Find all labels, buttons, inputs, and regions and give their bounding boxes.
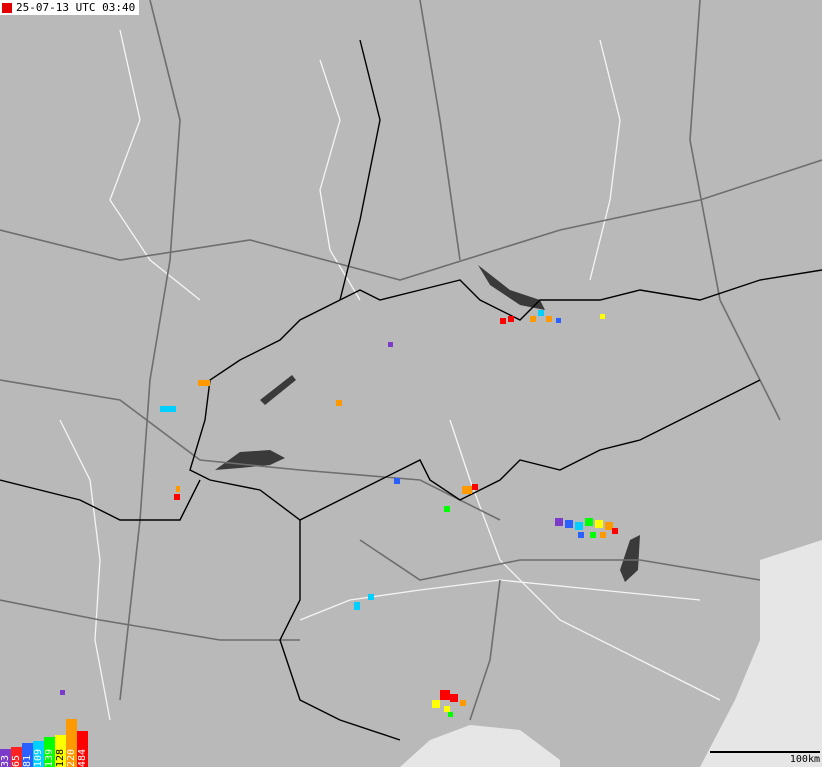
- timestamp-text: 25-07-13 UTC 03:40: [16, 1, 136, 14]
- scale-bar: [710, 751, 820, 753]
- timestamp-header: 25-07-13 UTC 03:40: [0, 0, 140, 15]
- legend-bar: 33: [0, 749, 11, 767]
- legend-bar: 128: [55, 735, 66, 767]
- strike-marker-icon: [2, 2, 12, 13]
- legend-bar: 81: [22, 743, 33, 767]
- legend-bar: 484: [77, 731, 88, 767]
- legend-bar: 65: [11, 747, 22, 767]
- legend-bar: 220: [66, 719, 77, 767]
- lightning-map[interactable]: [0, 0, 822, 767]
- legend-bar: 109: [33, 741, 44, 767]
- intensity-legend: 33 65 81 109 139 128 220 484: [0, 719, 88, 767]
- scale-label: 100km: [789, 754, 820, 765]
- legend-bar: 139: [44, 737, 55, 767]
